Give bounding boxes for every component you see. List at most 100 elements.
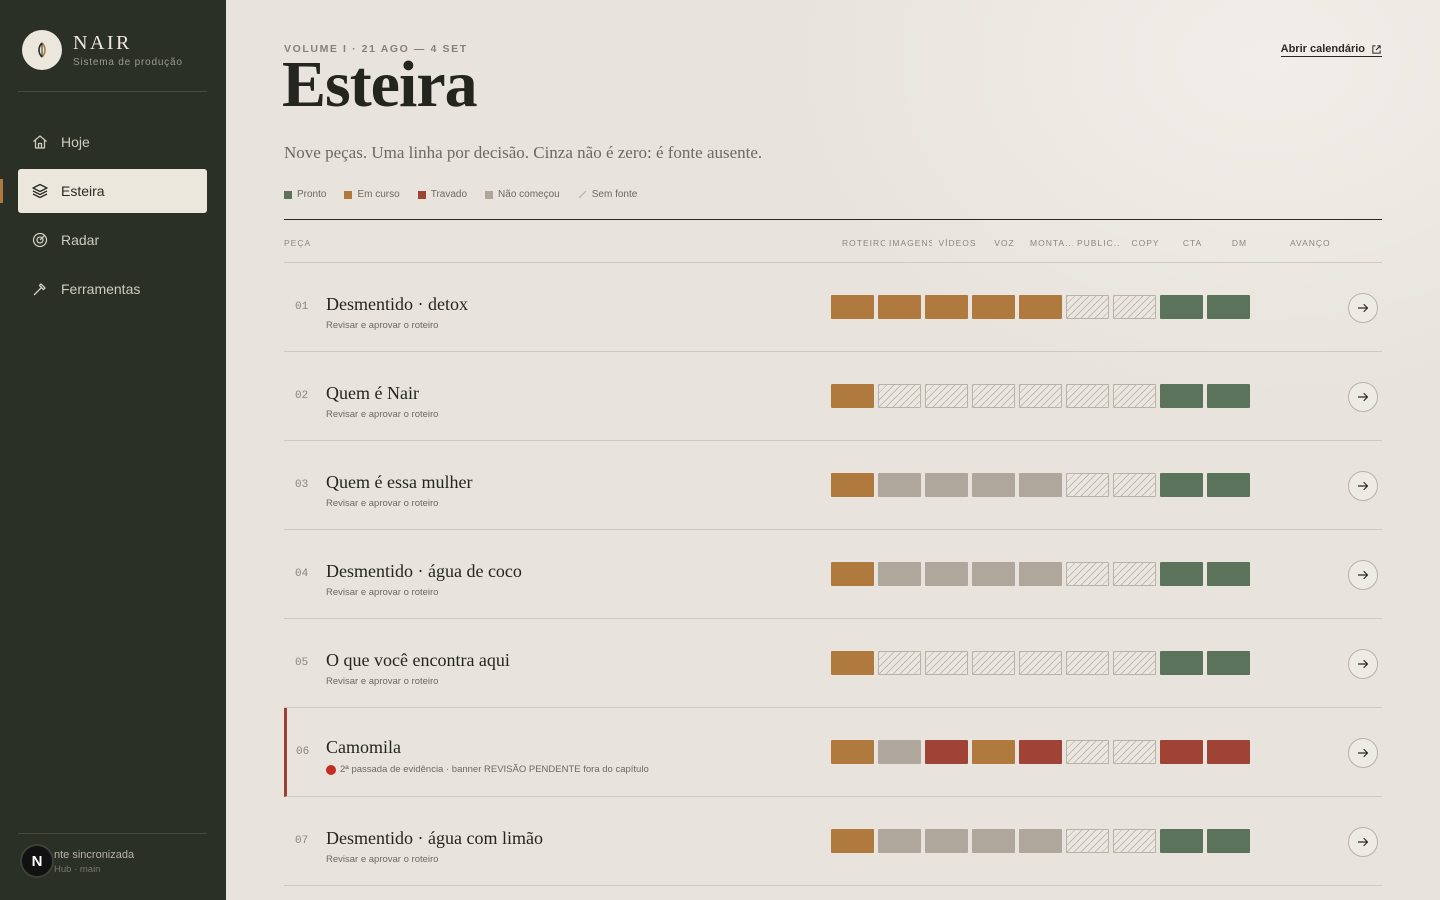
stage-cell-curso[interactable] [831,384,874,408]
stage-cell-pronto[interactable] [1160,473,1203,497]
table-row[interactable]: 03 Quem é essa mulher Revisar e aprovar o … [284,441,1382,530]
stage-cell-pronto[interactable] [1160,651,1203,675]
stage-cell-nao[interactable] [1019,562,1062,586]
stage-cell-curso[interactable] [925,295,968,319]
open-row-button[interactable] [1348,560,1378,590]
stage-cell-sem[interactable] [1113,473,1156,497]
arrow-right-icon [1357,748,1369,758]
row-title[interactable]: Desmentido · água com limão [326,828,543,849]
stage-cell-pronto[interactable] [1207,829,1250,853]
row-title[interactable]: Desmentido · água de coco [326,561,522,582]
stage-cell-nao[interactable] [878,829,921,853]
sidebar-item-hoje[interactable]: Hoje [18,120,207,164]
stage-cell-pronto[interactable] [1207,562,1250,586]
stage-cell-nao[interactable] [972,473,1015,497]
stage-cell-sem[interactable] [1113,295,1156,319]
row-title[interactable]: O que você encontra aqui [326,650,510,671]
stage-cell-curso[interactable] [1019,295,1062,319]
table-row[interactable]: 06 Camomila 2ª passada de evidência · bann… [284,708,1382,797]
stage-cell-nao[interactable] [878,562,921,586]
stage-cell-sem[interactable] [972,651,1015,675]
row-note: Revisar e aprovar o roteiro [326,587,438,598]
stage-cell-travado[interactable] [1207,740,1250,764]
open-calendar-link[interactable]: Abrir calendário [1280,43,1382,57]
stage-cell-travado[interactable] [925,740,968,764]
sidebar-item-ferramentas[interactable]: Ferramentas [18,267,207,311]
stage-cell-nao[interactable] [925,473,968,497]
stage-cell-nao[interactable] [972,829,1015,853]
stage-cell-pronto[interactable] [1160,829,1203,853]
table-header: PEÇA ROTEIRO IMAGENS VÍDEOS VOZ MONTA...… [284,220,1382,263]
stage-cell-sem[interactable] [878,651,921,675]
stage-cell-pronto[interactable] [1207,473,1250,497]
stage-cell-sem[interactable] [1066,384,1109,408]
stage-cell-sem[interactable] [1113,651,1156,675]
stage-cell-sem[interactable] [1113,562,1156,586]
stage-cell-travado[interactable] [1160,740,1203,764]
stage-cell-sem[interactable] [1066,295,1109,319]
sidebar-item-radar[interactable]: Radar [18,218,207,262]
stage-cell-nao[interactable] [1019,473,1062,497]
stage-cell-nao[interactable] [925,829,968,853]
stage-cell-curso[interactable] [831,295,874,319]
table-row[interactable]: 02 Quem é Nair Revisar e aprovar o roteiro [284,352,1382,441]
open-row-button[interactable] [1348,827,1378,857]
stage-cell-pronto[interactable] [1160,384,1203,408]
stage-cell-nao[interactable] [925,562,968,586]
stage-cell-sem[interactable] [1066,562,1109,586]
stage-cell-sem[interactable] [1066,651,1109,675]
stage-cell-pronto[interactable] [1160,562,1203,586]
stage-cell-nao[interactable] [972,562,1015,586]
stage-cell-sem[interactable] [1066,829,1109,853]
stage-cell-sem[interactable] [1066,740,1109,764]
stage-cell-sem[interactable] [925,651,968,675]
open-row-button[interactable] [1348,738,1378,768]
stage-cell-curso[interactable] [972,295,1015,319]
row-title[interactable]: Camomila [326,737,401,758]
stage-cell-pronto[interactable] [1207,295,1250,319]
stage-cell-sem[interactable] [878,384,921,408]
column-header-voz: VOZ [994,238,1015,248]
stage-cell-pronto[interactable] [1207,651,1250,675]
open-row-button[interactable] [1348,382,1378,412]
stage-cell-sem[interactable] [1019,651,1062,675]
table-row[interactable]: 05 O que você encontra aqui Revisar e apro… [284,619,1382,708]
row-title[interactable]: Quem é essa mulher [326,472,472,493]
stage-cell-travado[interactable] [1019,740,1062,764]
open-row-button[interactable] [1348,471,1378,501]
table-row[interactable]: 04 Desmentido · água de coco Revisar e apr… [284,530,1382,619]
sidebar-item-esteira[interactable]: Esteira [0,169,207,213]
stage-cell-sem[interactable] [1066,473,1109,497]
table-row[interactable]: 01 Desmentido · detox Revisar e aprovar o … [284,263,1382,352]
stage-cell-curso[interactable] [878,295,921,319]
table-row[interactable]: 07 Desmentido · água com limão Revisar e a… [284,797,1382,886]
sidebar-divider-bottom [18,833,207,834]
stage-cell-pronto[interactable] [1207,384,1250,408]
open-row-button[interactable] [1348,649,1378,679]
stage-cell-curso[interactable] [972,740,1015,764]
stage-cell-sem[interactable] [1019,384,1062,408]
sync-badge[interactable]: N [20,844,54,878]
stage-cell-pronto[interactable] [1160,295,1203,319]
stage-cell-curso[interactable] [831,740,874,764]
row-note: Revisar e aprovar o roteiro [326,854,438,865]
table-body: 01 Desmentido · detox Revisar e aprovar o … [284,263,1382,886]
stage-cell-nao[interactable] [878,473,921,497]
stage-cell-sem[interactable] [1113,384,1156,408]
stage-cell-curso[interactable] [831,829,874,853]
stage-cell-sem[interactable] [1113,740,1156,764]
stage-cell-curso[interactable] [831,651,874,675]
stage-cell-sem[interactable] [1113,829,1156,853]
stage-cells [831,384,1254,408]
open-row-button[interactable] [1348,293,1378,323]
stage-cell-sem[interactable] [972,384,1015,408]
stage-cell-curso[interactable] [831,473,874,497]
stage-cell-sem[interactable] [925,384,968,408]
stage-cell-nao[interactable] [1019,829,1062,853]
stage-cell-nao[interactable] [878,740,921,764]
row-title[interactable]: Desmentido · detox [326,294,468,315]
row-title[interactable]: Quem é Nair [326,383,419,404]
stage-cell-curso[interactable] [831,562,874,586]
sync-branch-text: Hub · main [54,864,101,875]
brand[interactable]: NAIR Sistema de produção [22,30,183,70]
